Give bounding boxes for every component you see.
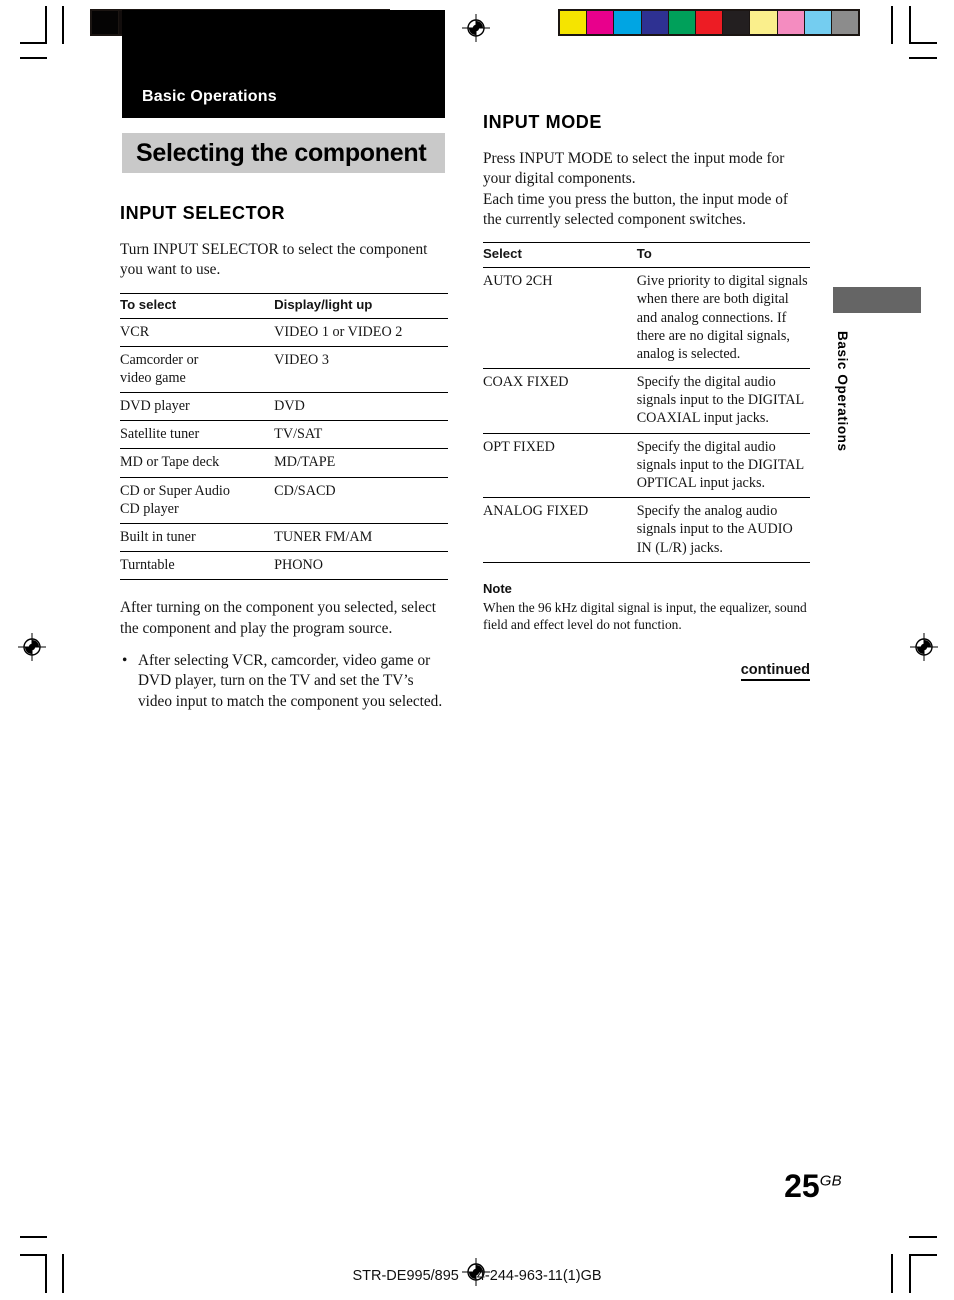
input-mode-heading: INPUT MODE bbox=[483, 112, 603, 132]
table-cell-key: COAX FIXED bbox=[483, 368, 637, 434]
table-cell-value: Give priority to digital signals when th… bbox=[636, 267, 810, 370]
table-cell-key: Turntable bbox=[120, 551, 275, 581]
input-selector-intro: Turn INPUT SELECTOR to select the compon… bbox=[120, 241, 428, 279]
table-row: DVD player DVD bbox=[120, 392, 448, 422]
table-row: Camcorder or video game VIDEO 3 bbox=[120, 346, 448, 394]
table-row: Satellite tuner TV/SAT bbox=[120, 420, 448, 450]
table-header-select: Select bbox=[483, 242, 637, 269]
input-mode-intro-1: Press INPUT MODE to select the input mod… bbox=[483, 150, 785, 188]
table-row: MD or Tape deck MD/TAPE bbox=[120, 448, 448, 478]
table-cell-key: AUTO 2CH bbox=[483, 267, 637, 370]
table-row: Built in tuner TUNER FM/AM bbox=[120, 523, 448, 553]
table-cell-key: CD or Super Audio CD player bbox=[120, 477, 275, 524]
table-cell-key: Camcorder or video game bbox=[120, 346, 275, 394]
table-cell-key: VCR bbox=[120, 318, 275, 347]
left-column: INPUT SELECTOR Turn INPUT SELECTOR to se… bbox=[120, 203, 448, 718]
table-header-row: Select To bbox=[483, 242, 810, 269]
table-cell-key: OPT FIXED bbox=[483, 433, 637, 499]
chapter-banner-label: Basic Operations bbox=[142, 88, 277, 105]
input-selector-heading: INPUT SELECTOR bbox=[120, 203, 286, 223]
input-selector-table: To select Display/light up VCR VIDEO 1 or… bbox=[120, 292, 448, 581]
table-cell-value: PHONO bbox=[274, 551, 448, 581]
chapter-banner: Basic Operations bbox=[122, 10, 445, 118]
table-row: VCR VIDEO 1 or VIDEO 2 bbox=[120, 318, 448, 347]
table-cell-value: MD/TAPE bbox=[274, 448, 448, 478]
table-row: AUTO 2CH Give priority to digital signals… bbox=[483, 267, 810, 370]
table-row: ANALOG FIXED Specify the analog audio sig… bbox=[483, 497, 810, 563]
side-thumb-tab: Basic Operations bbox=[833, 287, 921, 491]
right-column: INPUT MODE Press INPUT MODE to select th… bbox=[483, 112, 810, 681]
footer-part-code: 4-244-963-11(1)GB bbox=[476, 1268, 602, 1284]
table-cell-key: ANALOG FIXED bbox=[483, 497, 637, 563]
note-body: When the 96 kHz digital signal is input,… bbox=[483, 599, 807, 633]
table-cell-key: Satellite tuner bbox=[120, 420, 275, 450]
input-selector-bullet-list: • After selecting VCR, camcorder, video g… bbox=[120, 651, 448, 712]
table-row: OPT FIXED Specify the digital audio signa… bbox=[483, 433, 810, 499]
table-row: Turntable PHONO bbox=[120, 551, 448, 581]
bullet-icon: • bbox=[122, 651, 128, 669]
table-header-display: Display/light up bbox=[274, 292, 448, 319]
list-item: • After selecting VCR, camcorder, video g… bbox=[122, 651, 443, 710]
table-cell-value: Specify the digital audio signals input … bbox=[636, 433, 810, 499]
table-cell-value: TUNER FM/AM bbox=[274, 523, 448, 553]
table-cell-value: VIDEO 3 bbox=[274, 346, 448, 394]
input-mode-table: Select To AUTO 2CH Give priority to digit… bbox=[483, 242, 810, 563]
page-number-suffix: GB bbox=[819, 1172, 842, 1190]
table-row: COAX FIXED Specify the digital audio sign… bbox=[483, 368, 810, 434]
input-mode-intro-2: Each time you press the button, the inpu… bbox=[483, 190, 789, 229]
table-row: CD or Super Audio CD player CD/SACD bbox=[120, 477, 448, 524]
table-cell-value: TV/SAT bbox=[274, 420, 448, 450]
table-cell-value: CD/SACD bbox=[274, 477, 448, 524]
continued-marker: continued bbox=[483, 661, 810, 681]
manual-page: Basic Operations Selecting the component… bbox=[0, 0, 954, 1300]
footer-codes: STR-DE995/895 4-244-963-11(1)GB bbox=[0, 1268, 954, 1284]
side-thumb-tab-label: Basic Operations bbox=[835, 331, 850, 452]
page-number: 25GB bbox=[784, 1168, 842, 1205]
table-cell-value: VIDEO 1 or VIDEO 2 bbox=[274, 318, 448, 347]
table-header-row: To select Display/light up bbox=[120, 292, 448, 319]
table-cell-value: DVD bbox=[274, 392, 448, 422]
section-title-bar: Selecting the component bbox=[122, 133, 445, 173]
table-cell-value: Specify the analog audio signals input t… bbox=[636, 497, 810, 563]
table-cell-value: Specify the digital audio signals input … bbox=[636, 368, 810, 434]
table-header-to-select: To select bbox=[120, 292, 275, 319]
table-header-to: To bbox=[636, 242, 810, 269]
side-thumb-tab-block bbox=[833, 287, 921, 313]
input-selector-after-text: After turning on the component you selec… bbox=[120, 599, 437, 637]
table-cell-key: Built in tuner bbox=[120, 523, 275, 553]
table-cell-key: DVD player bbox=[120, 392, 275, 422]
page-title: Selecting the component bbox=[136, 139, 427, 167]
table-cell-key: MD or Tape deck bbox=[120, 448, 275, 478]
footer-model-code: STR-DE995/895 bbox=[352, 1268, 459, 1284]
note-heading: Note bbox=[483, 580, 512, 596]
continued-label: continued bbox=[740, 661, 810, 681]
page-number-value: 25 bbox=[784, 1168, 820, 1204]
